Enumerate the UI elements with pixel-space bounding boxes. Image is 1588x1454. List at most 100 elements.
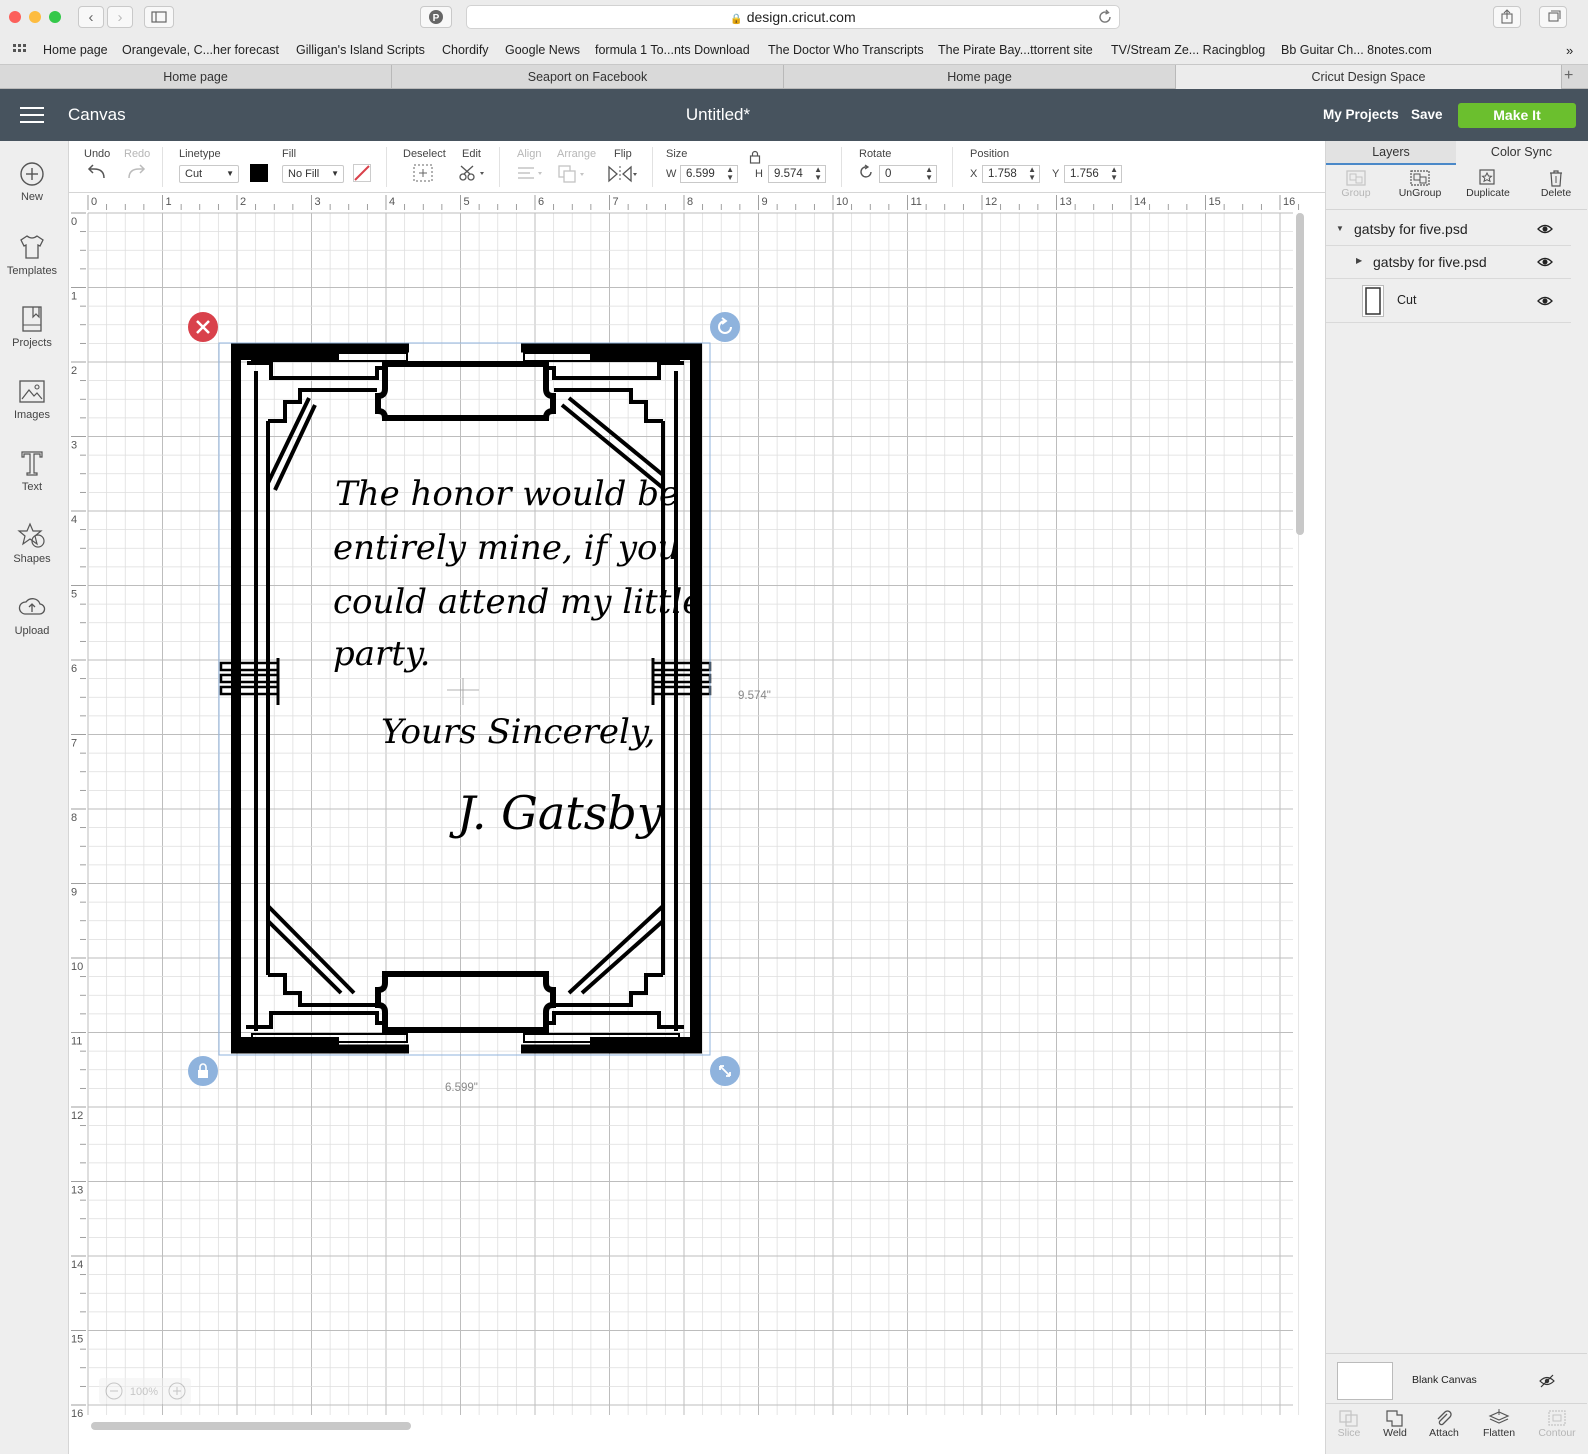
sidebar-item-projects[interactable]: Projects	[0, 305, 64, 349]
tabs-overview-icon[interactable]	[1539, 6, 1567, 28]
fill-select[interactable]: No Fill ▼	[282, 165, 344, 183]
flatten-icon	[1488, 1409, 1510, 1424]
ruler-label-y: 12	[71, 1110, 83, 1122]
layer-row-subgroup[interactable]: ▶ gatsby for five.psd	[1326, 246, 1571, 279]
sidebar-item-images[interactable]: Images	[0, 377, 64, 421]
position-x-input[interactable]: 1.758 ▲ ▼	[982, 165, 1040, 183]
project-title: Untitled*	[685, 105, 751, 124]
no-fill-swatch-icon[interactable]	[353, 164, 371, 182]
vertical-scrollbar[interactable]	[1296, 213, 1304, 535]
forward-icon[interactable]: ›	[107, 6, 133, 28]
grid-apps-icon[interactable]	[12, 43, 28, 57]
gatsby-frame-artwork[interactable]	[219, 343, 712, 1054]
pinterest-icon[interactable]: P	[420, 6, 452, 28]
address-bar[interactable]: 🔒 design.cricut.com	[466, 5, 1120, 29]
caret-right-icon[interactable]: ▶	[1356, 256, 1362, 265]
width-input[interactable]: 6.599 ▲ ▼	[680, 165, 738, 183]
linetype-color-swatch[interactable]	[250, 164, 268, 182]
bookmark-item[interactable]: The Pirate Bay...ttorrent site	[938, 43, 1093, 57]
back-icon[interactable]: ‹	[78, 6, 104, 28]
flip-icon[interactable]	[607, 164, 641, 184]
save-button[interactable]: Save	[1411, 107, 1443, 122]
height-value: 9.574	[774, 168, 803, 180]
new-tab-icon[interactable]: +	[1564, 67, 1573, 85]
layer-row-group[interactable]: ▼ gatsby for five.psd	[1326, 213, 1571, 246]
undo-icon[interactable]	[86, 163, 108, 181]
attach-button[interactable]: Attach	[1414, 1409, 1474, 1439]
browser-tab-active[interactable]: Cricut Design Space	[1176, 65, 1562, 89]
linetype-select[interactable]: Cut ▼	[179, 165, 239, 183]
make-it-button[interactable]: Make It	[1458, 103, 1576, 128]
stepper-icon[interactable]: ▲ ▼	[1110, 166, 1118, 182]
more-bookmarks-icon[interactable]: »	[1566, 43, 1573, 58]
browser-tab[interactable]: Home page	[784, 65, 1176, 89]
sidebar-item-new[interactable]: New	[0, 161, 64, 203]
ruler-label-x: 3	[315, 196, 321, 208]
lock-handle-icon[interactable]	[188, 1056, 218, 1086]
bookmark-item[interactable]: formula 1 To...nts Download	[595, 43, 750, 57]
eye-icon[interactable]	[1537, 255, 1553, 269]
my-projects-link[interactable]: My Projects	[1323, 107, 1399, 122]
blank-canvas-thumbnail[interactable]	[1337, 1362, 1393, 1400]
caret-down-icon[interactable]: ▼	[1336, 224, 1344, 233]
lock-aspect-icon[interactable]	[749, 150, 761, 164]
redo-icon[interactable]	[125, 163, 147, 181]
align-icon[interactable]	[516, 165, 546, 183]
height-readout: 9.574"	[738, 690, 771, 702]
sidebar-toggle-icon[interactable]	[144, 6, 174, 28]
rotate-handle-icon[interactable]	[710, 312, 740, 342]
eye-icon[interactable]	[1537, 294, 1553, 308]
ruler-label-y: 3	[71, 440, 77, 452]
sidebar-item-upload[interactable]: Upload	[0, 593, 64, 637]
minimize-window-icon[interactable]	[29, 11, 41, 23]
share-icon[interactable]	[1493, 6, 1521, 28]
tab-color-sync[interactable]: Color Sync	[1456, 141, 1587, 163]
bookmark-item[interactable]: Google News	[505, 43, 580, 57]
bookmark-item[interactable]: Gilligan's Island Scripts	[296, 43, 425, 57]
hamburger-menu-icon[interactable]	[20, 106, 44, 124]
stepper-icon[interactable]: ▲ ▼	[1028, 166, 1036, 182]
browser-tab[interactable]: Seaport on Facebook	[392, 65, 784, 89]
delete-handle-icon[interactable]	[188, 312, 218, 342]
zoom-window-icon[interactable]	[49, 11, 61, 23]
reload-icon[interactable]	[1097, 8, 1113, 26]
tab-layers[interactable]: Layers	[1326, 141, 1456, 165]
stepper-icon[interactable]: ▲ ▼	[814, 166, 822, 182]
design-canvas[interactable]: 0 1 2 3 4 5 6 7 8 9 10 11 12 13 14 15 16 0 1 2 3 4 5 6 7 8 9 10 11 1…	[69, 193, 1325, 1454]
delete-button[interactable]: Delete	[1526, 169, 1586, 199]
bookmark-item[interactable]: The Doctor Who Transcripts	[768, 43, 924, 57]
arrange-icon[interactable]	[557, 164, 589, 184]
ungroup-icon	[1410, 170, 1430, 186]
layer-row-cut[interactable]: Cut	[1326, 279, 1571, 323]
eye-icon[interactable]	[1537, 222, 1553, 236]
stepper-icon[interactable]: ▲ ▼	[726, 166, 734, 182]
bookmark-item[interactable]: Bb Guitar Ch... 8notes.com	[1281, 43, 1432, 57]
sidebar-item-text[interactable]: Text	[0, 449, 64, 493]
bookmark-item[interactable]: Home page	[43, 43, 108, 57]
edit-tools-icon[interactable]	[458, 163, 488, 183]
stepper-icon[interactable]: ▲ ▼	[925, 166, 933, 182]
bookmark-item[interactable]: Chordify	[442, 43, 489, 57]
position-y-input[interactable]: 1.756 ▲ ▼	[1064, 165, 1122, 183]
resize-handle-icon[interactable]	[710, 1056, 740, 1086]
group-button[interactable]: Group	[1326, 169, 1386, 199]
height-input[interactable]: 9.574 ▲ ▼	[768, 165, 826, 183]
duplicate-button[interactable]: Duplicate	[1458, 169, 1518, 199]
invite-line: party.	[333, 634, 430, 674]
bookmark-item[interactable]: Orangevale, C...her forecast	[122, 43, 279, 57]
sidebar-item-templates[interactable]: Templates	[0, 233, 64, 277]
flatten-button[interactable]: Flatten	[1469, 1409, 1529, 1439]
contour-label: Contour	[1538, 1427, 1576, 1439]
sidebar-item-shapes[interactable]: Shapes	[0, 521, 64, 565]
close-window-icon[interactable]	[9, 11, 21, 23]
ungroup-button[interactable]: UnGroup	[1390, 169, 1450, 199]
canvas-grid[interactable]: 0 1 2 3 4 5 6 7 8 9 10 11 12 13 14 15 16 012345678910111…	[69, 193, 1325, 1454]
eye-hidden-icon[interactable]	[1539, 1374, 1555, 1388]
browser-tab[interactable]: Home page	[0, 65, 392, 89]
contour-button[interactable]: Contour	[1527, 1409, 1587, 1439]
deselect-icon[interactable]	[412, 163, 434, 183]
horizontal-scrollbar[interactable]	[91, 1422, 411, 1430]
toolbar-separator	[952, 147, 953, 187]
bookmark-item[interactable]: TV/Stream Ze... Racingblog	[1111, 43, 1265, 57]
rotate-input[interactable]: 0 ▲ ▼	[879, 165, 937, 183]
